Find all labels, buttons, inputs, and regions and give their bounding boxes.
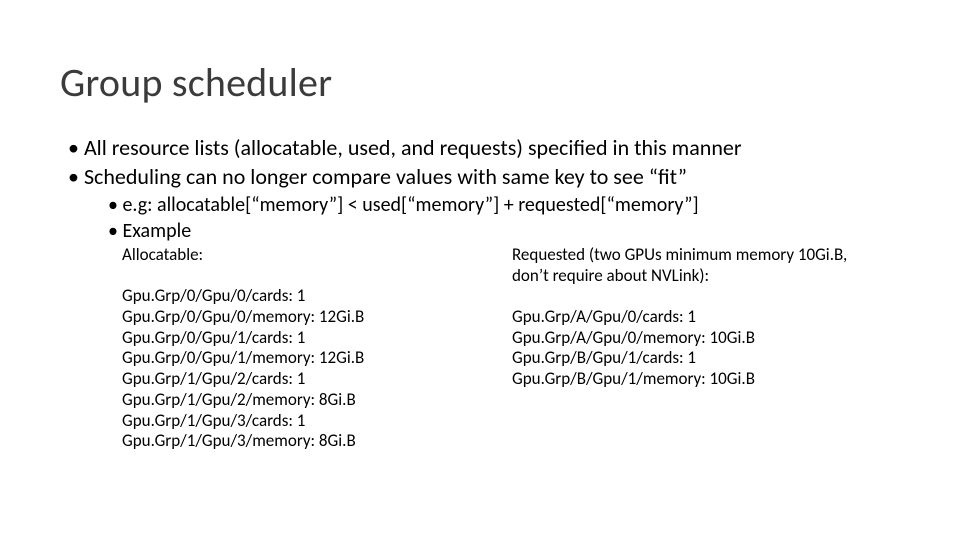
allocatable-heading: Allocatable: — [122, 245, 492, 266]
list-item: Gpu.Grp/1/Gpu/2/memory: 8Gi.B — [122, 390, 492, 411]
list-item: Gpu.Grp/1/Gpu/3/cards: 1 — [122, 411, 492, 432]
allocatable-column: Allocatable: Gpu.Grp/0/Gpu/0/cards: 1 Gp… — [122, 245, 492, 452]
list-item: Gpu.Grp/A/Gpu/0/memory: 10Gi.B — [512, 328, 882, 349]
list-item: Gpu.Grp/0/Gpu/0/cards: 1 — [122, 286, 492, 307]
requested-list: Gpu.Grp/A/Gpu/0/cards: 1 Gpu.Grp/A/Gpu/0… — [512, 307, 882, 390]
example-columns: Allocatable: Gpu.Grp/0/Gpu/0/cards: 1 Gp… — [122, 245, 900, 452]
list-item: Gpu.Grp/1/Gpu/2/cards: 1 — [122, 369, 492, 390]
list-item: Gpu.Grp/B/Gpu/1/cards: 1 — [512, 348, 882, 369]
bullet-lvl1: Scheduling can no longer compare values … — [60, 164, 900, 191]
list-item: Gpu.Grp/0/Gpu/0/memory: 12Gi.B — [122, 307, 492, 328]
list-item: Gpu.Grp/1/Gpu/3/memory: 8Gi.B — [122, 431, 492, 452]
slide-title: Group scheduler — [60, 58, 900, 107]
list-item: Gpu.Grp/A/Gpu/0/cards: 1 — [512, 307, 882, 328]
allocatable-list: Gpu.Grp/0/Gpu/0/cards: 1 Gpu.Grp/0/Gpu/0… — [122, 286, 492, 452]
slide: Group scheduler All resource lists (allo… — [0, 0, 960, 540]
slide-body: All resource lists (allocatable, used, a… — [60, 135, 900, 452]
requested-heading: Requested (two GPUs minimum memory 10Gi.… — [512, 245, 882, 286]
list-item: Gpu.Grp/B/Gpu/1/memory: 10Gi.B — [512, 369, 882, 390]
list-item: Gpu.Grp/0/Gpu/1/memory: 12Gi.B — [122, 348, 492, 369]
requested-column: Requested (two GPUs minimum memory 10Gi.… — [512, 245, 882, 452]
bullet-lvl1: All resource lists (allocatable, used, a… — [60, 135, 900, 162]
bullet-lvl2: e.g: allocatable[“memory”] < used[“memor… — [100, 193, 900, 217]
bullet-lvl2: Example — [100, 219, 900, 243]
list-item: Gpu.Grp/0/Gpu/1/cards: 1 — [122, 328, 492, 349]
